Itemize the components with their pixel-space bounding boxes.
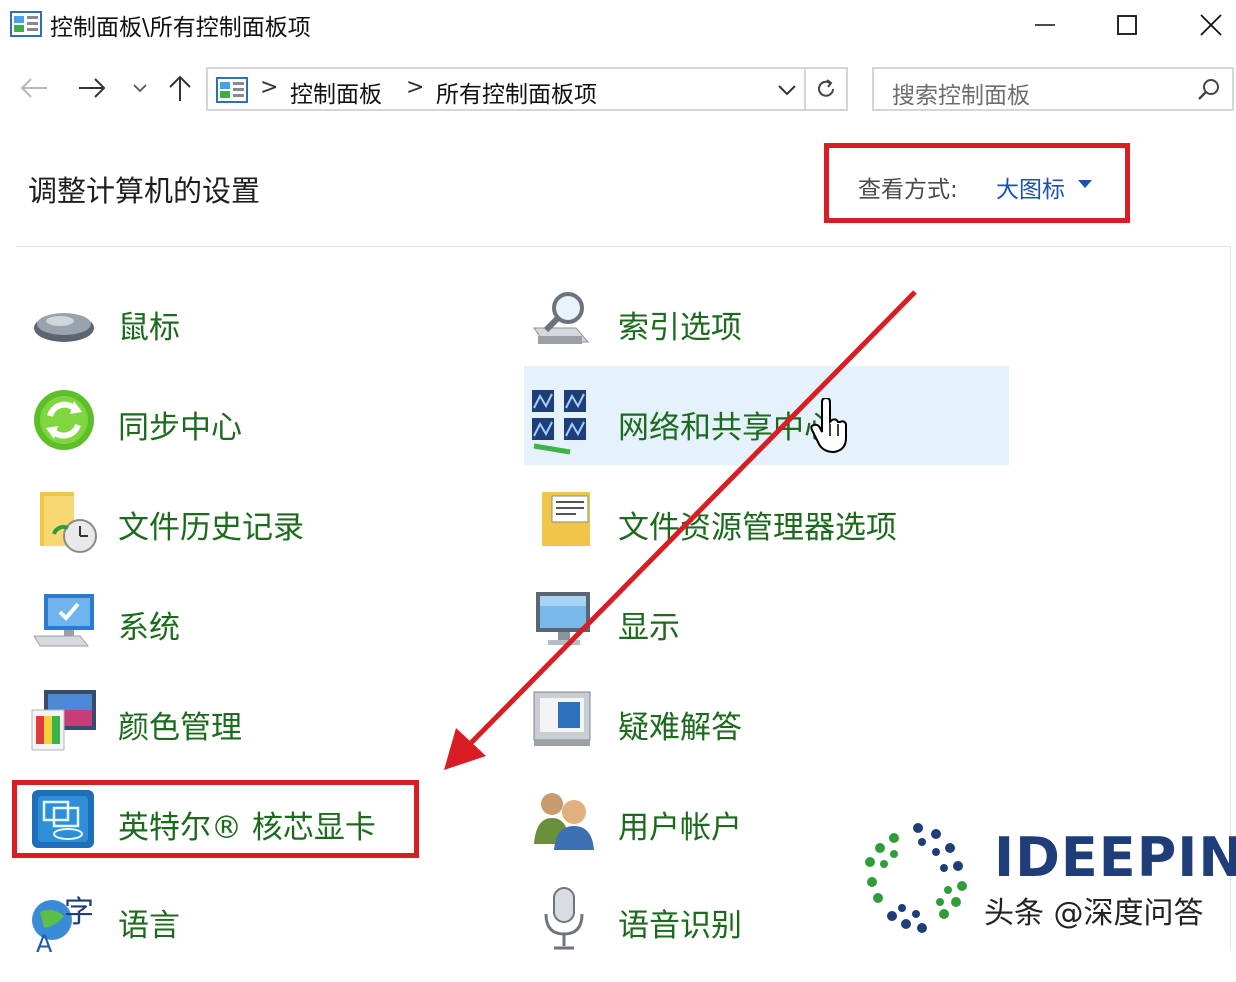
item-label[interactable]: 系统 <box>118 602 180 647</box>
close-button[interactable] <box>1166 0 1236 50</box>
control-panel-icon <box>10 11 42 37</box>
item-label[interactable]: 文件历史记录 <box>118 502 304 547</box>
search-box[interactable]: 搜索控制面板 <box>872 67 1234 111</box>
color-management-icon <box>31 690 96 751</box>
item-file-history[interactable]: 文件历史记录 <box>30 488 490 584</box>
item-system[interactable]: 系统 <box>30 588 490 684</box>
window-title: 控制面板\所有控制面板项 <box>50 15 311 41</box>
sync-center-icon <box>34 390 94 450</box>
navigation-bar: > 控制面板 > 所有控制面板项 搜索控制面板 <box>0 60 1236 116</box>
arrow-up-icon <box>169 75 191 101</box>
system-icon <box>33 594 94 647</box>
view-by-dropdown[interactable]: 大图标 <box>996 170 1065 204</box>
page-title: 调整计算机的设置 <box>28 174 261 208</box>
item-label[interactable]: 颜色管理 <box>118 702 242 747</box>
speech-recognition-icon <box>544 887 584 950</box>
arrow-right-icon <box>79 78 106 98</box>
view-by-label: 查看方式: <box>858 177 958 203</box>
item-label[interactable]: 语言 <box>118 900 180 945</box>
item-label[interactable]: 语音识别 <box>618 900 742 945</box>
refresh-button[interactable] <box>806 67 848 111</box>
title-bar: 控制面板\所有控制面板项 <box>0 0 1236 50</box>
breadcrumb-control-panel[interactable]: 控制面板 <box>290 75 382 109</box>
back-button[interactable] <box>14 64 54 112</box>
forward-button[interactable] <box>72 64 112 112</box>
item-display[interactable]: 显示 <box>530 588 1000 684</box>
item-label[interactable]: 鼠标 <box>118 302 180 347</box>
item-file-explorer-options[interactable]: 文件资源管理器选项 <box>530 488 1000 584</box>
language-icon: 字 A <box>32 895 94 956</box>
item-language[interactable]: 字 A 语言 <box>30 886 490 982</box>
hand-cursor-icon <box>810 398 847 454</box>
display-icon <box>536 592 590 645</box>
arrow-left-icon <box>20 78 47 98</box>
indexing-options-icon <box>533 292 590 344</box>
file-explorer-options-icon <box>542 492 590 546</box>
item-troubleshooting[interactable]: 疑难解答 <box>530 688 1000 784</box>
mouse-icon <box>34 313 94 342</box>
address-bar[interactable]: > 控制面板 > 所有控制面板项 <box>206 67 806 111</box>
up-button[interactable] <box>160 64 200 112</box>
item-network-sharing[interactable]: 网络和共享中心 <box>530 388 1000 484</box>
troubleshooting-icon <box>533 691 591 746</box>
svg-text:字: 字 <box>64 895 94 930</box>
search-icon[interactable] <box>1196 77 1222 103</box>
item-indexing-options[interactable]: 索引选项 <box>530 288 1000 384</box>
minimize-icon <box>1035 24 1055 26</box>
item-label[interactable]: 网络和共享中心 <box>618 402 835 447</box>
maximize-icon <box>1117 15 1137 35</box>
control-panel-icon <box>216 77 248 103</box>
watermark-logo <box>865 823 967 933</box>
maximize-button[interactable] <box>1082 0 1172 50</box>
network-sharing-icon <box>532 390 586 455</box>
watermark-brand: IDEEPIN <box>994 826 1236 889</box>
dropdown-caret-icon[interactable] <box>1078 180 1092 188</box>
divider <box>16 246 1230 247</box>
close-icon <box>1200 14 1222 36</box>
refresh-icon <box>818 79 834 97</box>
minimize-button[interactable] <box>1000 0 1090 50</box>
watermark-credit: 头条 @深度问答 <box>984 896 1204 931</box>
recent-locations-button[interactable] <box>128 64 152 112</box>
breadcrumb-all-items[interactable]: 所有控制面板项 <box>436 75 597 109</box>
item-sync-center[interactable]: 同步中心 <box>30 388 490 484</box>
file-history-icon <box>40 492 97 553</box>
item-label[interactable]: 文件资源管理器选项 <box>618 502 897 547</box>
item-label[interactable]: 英特尔® 核芯显卡 <box>118 802 376 847</box>
item-label[interactable]: 用户帐户 <box>618 802 742 847</box>
breadcrumb-separator[interactable]: > <box>260 75 278 100</box>
search-input[interactable]: 搜索控制面板 <box>892 76 1030 110</box>
chevron-down-icon[interactable] <box>774 77 800 103</box>
user-accounts-icon <box>534 793 594 850</box>
item-label[interactable]: 显示 <box>618 602 680 647</box>
item-label[interactable]: 索引选项 <box>618 302 742 347</box>
item-intel-graphics[interactable]: 英特尔® 核芯显卡 <box>30 788 410 884</box>
chevron-down-icon <box>133 84 147 93</box>
item-color-management[interactable]: 颜色管理 <box>30 688 490 784</box>
item-mouse[interactable]: 鼠标 <box>30 288 490 384</box>
item-label[interactable]: 疑难解答 <box>618 702 742 747</box>
svg-text:A: A <box>36 930 53 956</box>
item-label[interactable]: 同步中心 <box>118 402 242 447</box>
breadcrumb-separator[interactable]: > <box>406 75 424 100</box>
intel-graphics-icon <box>32 790 94 848</box>
